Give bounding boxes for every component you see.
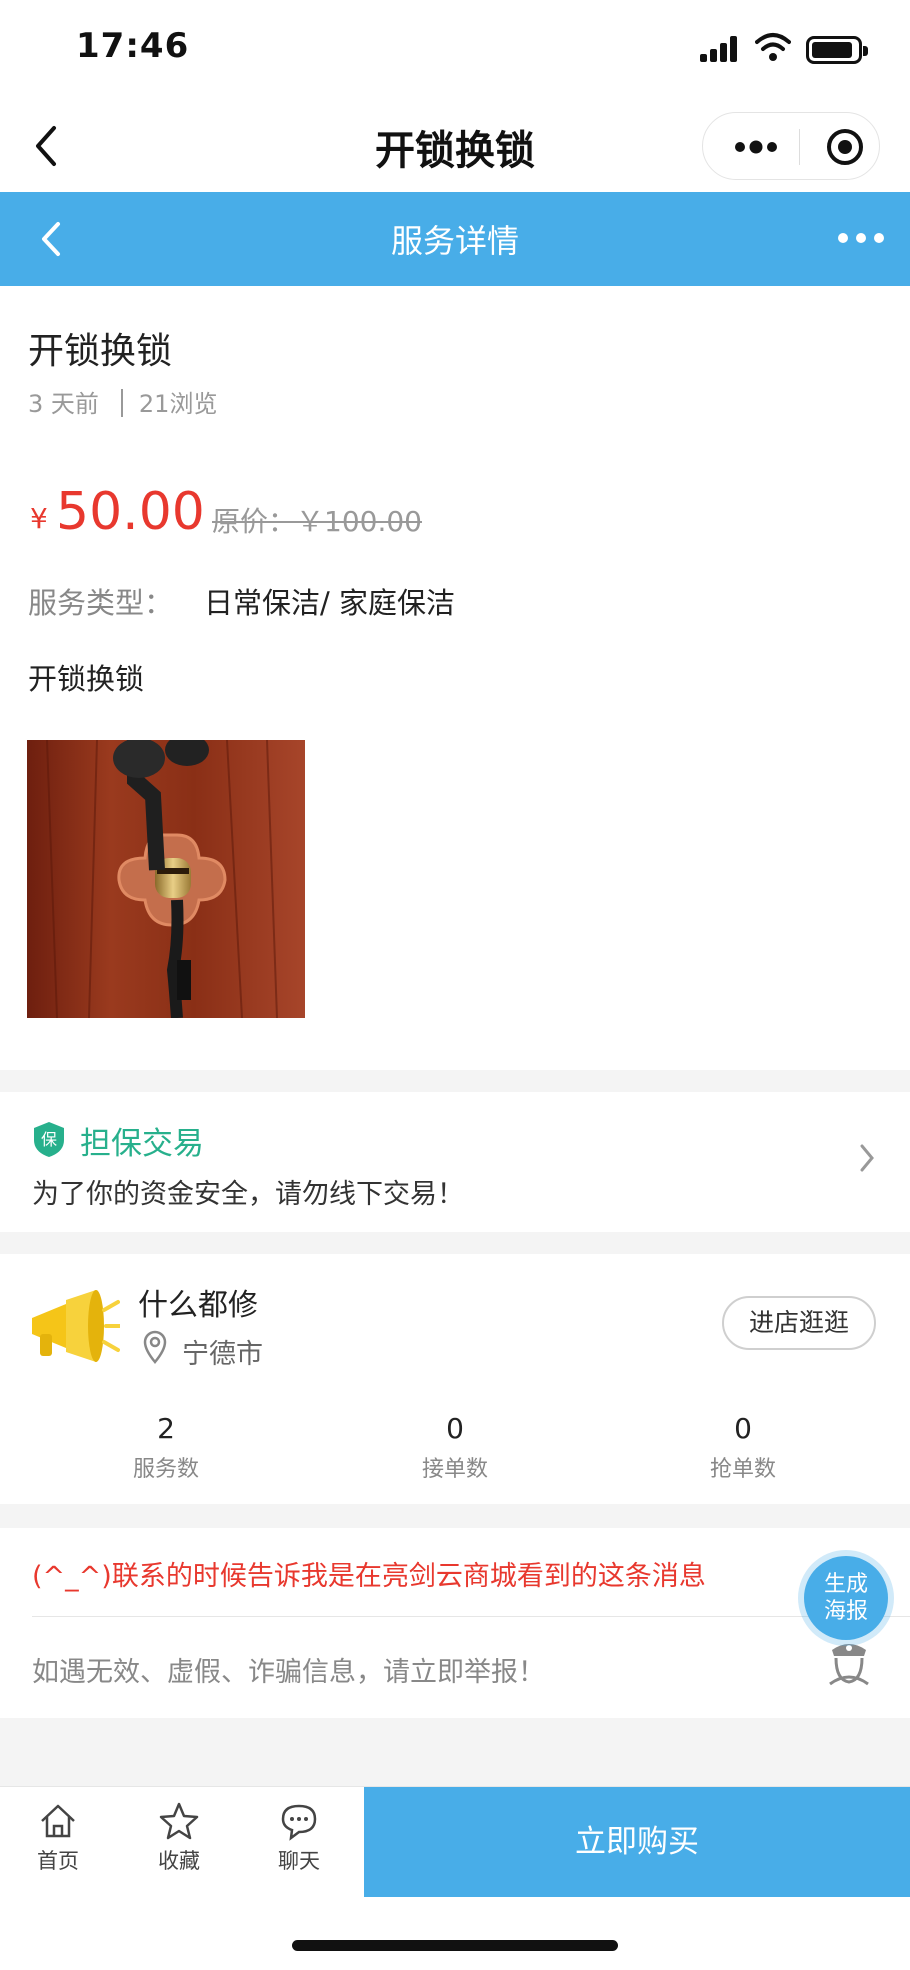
shop-city: 宁德市	[182, 1339, 263, 1370]
guarantee-title: 担保交易	[80, 1126, 204, 1162]
original-price: 原价：￥100.00	[212, 505, 422, 538]
stat-label: 服务数	[132, 1457, 199, 1482]
poster-label-line2: 海报	[823, 1599, 868, 1624]
stat-value: 0	[734, 1412, 752, 1445]
price-symbol: ¥	[30, 502, 48, 535]
buy-now-button[interactable]: 立即购买	[364, 1787, 910, 1897]
megaphone-icon	[32, 1290, 120, 1362]
service-type-value: 日常保洁/ 家庭保洁	[204, 586, 455, 620]
police-report-icon[interactable]	[826, 1636, 872, 1686]
location-pin-icon	[143, 1330, 167, 1364]
tab-label: 首页	[37, 1849, 79, 1873]
report-tip: 如遇无效、虚假、诈骗信息，请立即举报！	[32, 1657, 545, 1688]
stat-value: 0	[446, 1412, 464, 1445]
status-time: 17:46	[76, 26, 190, 66]
section-divider	[0, 1070, 910, 1092]
service-meta: 3 天前 21浏览	[28, 384, 217, 419]
view-count: 21浏览	[138, 390, 218, 418]
star-icon	[159, 1802, 199, 1840]
stat-grabbed: 0 抢单数	[643, 1412, 843, 1483]
more-dots-icon[interactable]	[733, 137, 779, 157]
section-divider	[0, 1504, 910, 1528]
chat-icon	[281, 1804, 317, 1841]
home-indicator	[292, 1940, 618, 1951]
shop-card: 什么都修 宁德市 进店逛逛 2 服务数 0 接单数 0 抢单数	[0, 1254, 910, 1504]
stat-services: 2 服务数	[66, 1412, 266, 1483]
wifi-icon	[755, 33, 791, 61]
detail-header: 服务详情	[0, 192, 910, 286]
bottom-action-bar: 首页 收藏 聊天 立即购买	[0, 1786, 910, 1897]
notice-divider	[32, 1616, 910, 1617]
posted-time: 3 天前	[28, 390, 99, 418]
service-description: 开锁换锁	[28, 662, 145, 696]
stat-accepted: 0 接单数	[355, 1412, 555, 1483]
capsule-menu	[702, 112, 880, 180]
generate-poster-button[interactable]: 生成 海报	[804, 1556, 888, 1640]
guarantee-badge: 保	[41, 1130, 57, 1149]
poster-label-line1: 生成	[823, 1572, 868, 1597]
stat-value: 2	[157, 1412, 175, 1445]
section-divider	[0, 1232, 910, 1254]
capsule-divider	[799, 129, 800, 165]
guarantee-section[interactable]: 保 担保交易 为了你的资金安全，请勿线下交易！	[0, 1092, 910, 1232]
service-type-label: 服务类型：	[28, 586, 174, 620]
mini-program-nav: 开锁换锁	[0, 100, 910, 192]
notice-section: (^_^)联系的时候告诉我是在亮剑云商城看到的这条消息 如遇无效、虚假、诈骗信息…	[0, 1528, 910, 1718]
home-icon	[41, 1804, 75, 1838]
section-divider	[0, 1718, 910, 1786]
chevron-right-icon	[860, 1144, 874, 1172]
service-type-row: 服务类型： 日常保洁/ 家庭保洁	[28, 580, 455, 622]
tab-favorite[interactable]: 收藏	[139, 1801, 219, 1875]
stat-label: 接单数	[421, 1457, 488, 1482]
header-title: 服务详情	[390, 222, 519, 260]
service-photo[interactable]	[27, 740, 305, 1018]
guarantee-subtitle: 为了你的资金安全，请勿线下交易！	[32, 1179, 464, 1210]
lock-photo-image	[27, 740, 305, 1018]
tab-label: 收藏	[158, 1849, 200, 1873]
more-dots-icon[interactable]	[836, 228, 886, 248]
service-title: 开锁换锁	[28, 331, 173, 372]
price: 50.00	[56, 482, 205, 542]
stat-label: 抢单数	[709, 1457, 776, 1482]
close-target-icon[interactable]	[825, 127, 865, 167]
status-bar: 17:46	[0, 0, 910, 100]
tab-home[interactable]: 首页	[18, 1801, 98, 1875]
shop-name: 什么都修	[138, 1288, 258, 1323]
visit-shop-button[interactable]: 进店逛逛	[722, 1296, 876, 1350]
contact-tip: (^_^)联系的时候告诉我是在亮剑云商城看到的这条消息	[32, 1561, 706, 1592]
shield-icon: 保	[34, 1122, 64, 1157]
tab-chat[interactable]: 聊天	[259, 1801, 339, 1875]
battery-icon	[806, 36, 868, 64]
meta-divider	[120, 389, 123, 417]
tab-label: 聊天	[278, 1849, 320, 1873]
signal-icon	[700, 36, 740, 62]
